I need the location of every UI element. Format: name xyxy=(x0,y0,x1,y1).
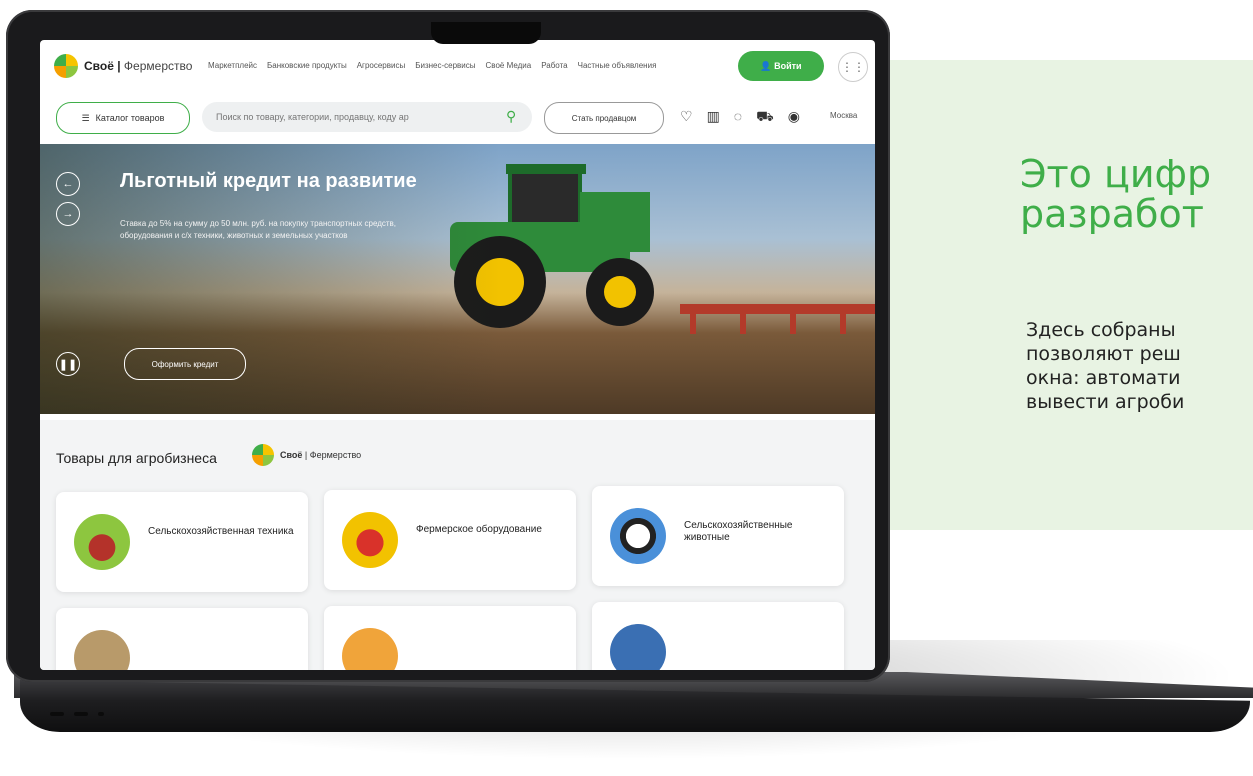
section-logo: Своё | Фермерство xyxy=(252,444,361,466)
nav-item-media[interactable]: Своё Медиа xyxy=(486,61,532,70)
location-icon[interactable]: ◉ xyxy=(788,108,800,127)
tractor-icon xyxy=(74,514,130,570)
cart-icon[interactable]: ⛟ xyxy=(756,108,774,127)
category-card-machinery[interactable]: Сельскохозяйственная техника xyxy=(56,492,308,592)
nav-item-agro[interactable]: Агросервисы xyxy=(357,61,406,70)
become-seller-button[interactable]: Стать продавцом xyxy=(544,102,664,134)
chat-icon[interactable]: ◌ xyxy=(734,108,742,127)
hero-prev-button[interactable]: ← xyxy=(56,172,80,196)
nav-item-work[interactable]: Работа xyxy=(541,61,567,70)
search-icon[interactable]: ⚲ xyxy=(506,108,516,125)
login-button[interactable]: 👤 Войти xyxy=(738,51,824,81)
harrow-image xyxy=(680,304,875,334)
hero-banner: ← → Льготный кредит на развитие Ставка д… xyxy=(40,144,875,414)
search-input[interactable] xyxy=(202,102,532,132)
section-title: Товары для агробизнеса xyxy=(56,450,217,466)
category-card-animals[interactable]: Сельскохозяйственные животные xyxy=(592,486,844,586)
nav-item-marketplace[interactable]: Маркетплейс xyxy=(208,61,257,70)
user-icon: 👤 xyxy=(760,60,775,71)
promo-text: Здесь собраны позволяют реш окна: автома… xyxy=(1026,319,1185,413)
search-row: ☰ Каталог товаров ⚲ Стать продавцом ♡ ▥ … xyxy=(40,102,875,138)
promo-panel xyxy=(885,60,1253,530)
apps-grid-button[interactable]: ⋮⋮ xyxy=(838,52,868,82)
city-label[interactable]: Москва xyxy=(830,111,857,120)
compressor-icon xyxy=(342,512,398,568)
laptop-lid: Своё | Фермерство Маркетплейс Банковские… xyxy=(6,10,890,682)
camera-notch xyxy=(431,22,541,44)
hero-subtitle: Ставка до 5% на сумму до 50 млн. руб. на… xyxy=(120,219,397,240)
category-icon xyxy=(342,628,398,670)
grid-icon: ⋮⋮ xyxy=(841,60,865,74)
hero-pause-button[interactable]: ❚❚ xyxy=(56,352,80,376)
pause-icon: ❚❚ xyxy=(58,358,78,371)
site-logo[interactable]: Своё | Фермерство xyxy=(54,54,192,78)
hero-next-button[interactable]: → xyxy=(56,202,80,226)
laptop-ports xyxy=(50,712,104,716)
menu-icon: ☰ xyxy=(81,112,90,123)
arrow-right-icon: → xyxy=(62,208,74,220)
header-icons: ♡ ▥ ◌ ⛟ ◉ xyxy=(680,108,800,127)
main-nav: Маркетплейс Банковские продукты Агросерв… xyxy=(208,61,656,70)
nav-item-business[interactable]: Бизнес-сервисы xyxy=(415,61,475,70)
logo-icon xyxy=(54,54,78,78)
promo-title: Это цифр разработ xyxy=(1020,154,1212,234)
nav-item-bank[interactable]: Банковские продукты xyxy=(267,61,347,70)
nav-item-ads[interactable]: Частные объявления xyxy=(578,61,657,70)
heart-icon[interactable]: ♡ xyxy=(680,108,693,127)
catalog-button[interactable]: ☰ Каталог товаров xyxy=(56,102,190,134)
category-card-4[interactable] xyxy=(56,608,308,670)
hero-title: Льготный кредит на развитие xyxy=(120,170,417,192)
arrow-left-icon: ← xyxy=(62,178,74,190)
category-icon xyxy=(74,630,130,670)
category-card-equipment[interactable]: Фермерское оборудование xyxy=(324,490,576,590)
category-card-5[interactable] xyxy=(324,606,576,670)
laptop-screen: Своё | Фермерство Маркетплейс Банковские… xyxy=(40,40,875,670)
compare-icon[interactable]: ▥ xyxy=(707,108,720,127)
category-icon xyxy=(610,624,666,670)
category-card-6[interactable] xyxy=(592,602,844,670)
cow-icon xyxy=(610,508,666,564)
logo-icon xyxy=(252,444,274,466)
apply-credit-button[interactable]: Оформить кредит xyxy=(124,348,246,380)
